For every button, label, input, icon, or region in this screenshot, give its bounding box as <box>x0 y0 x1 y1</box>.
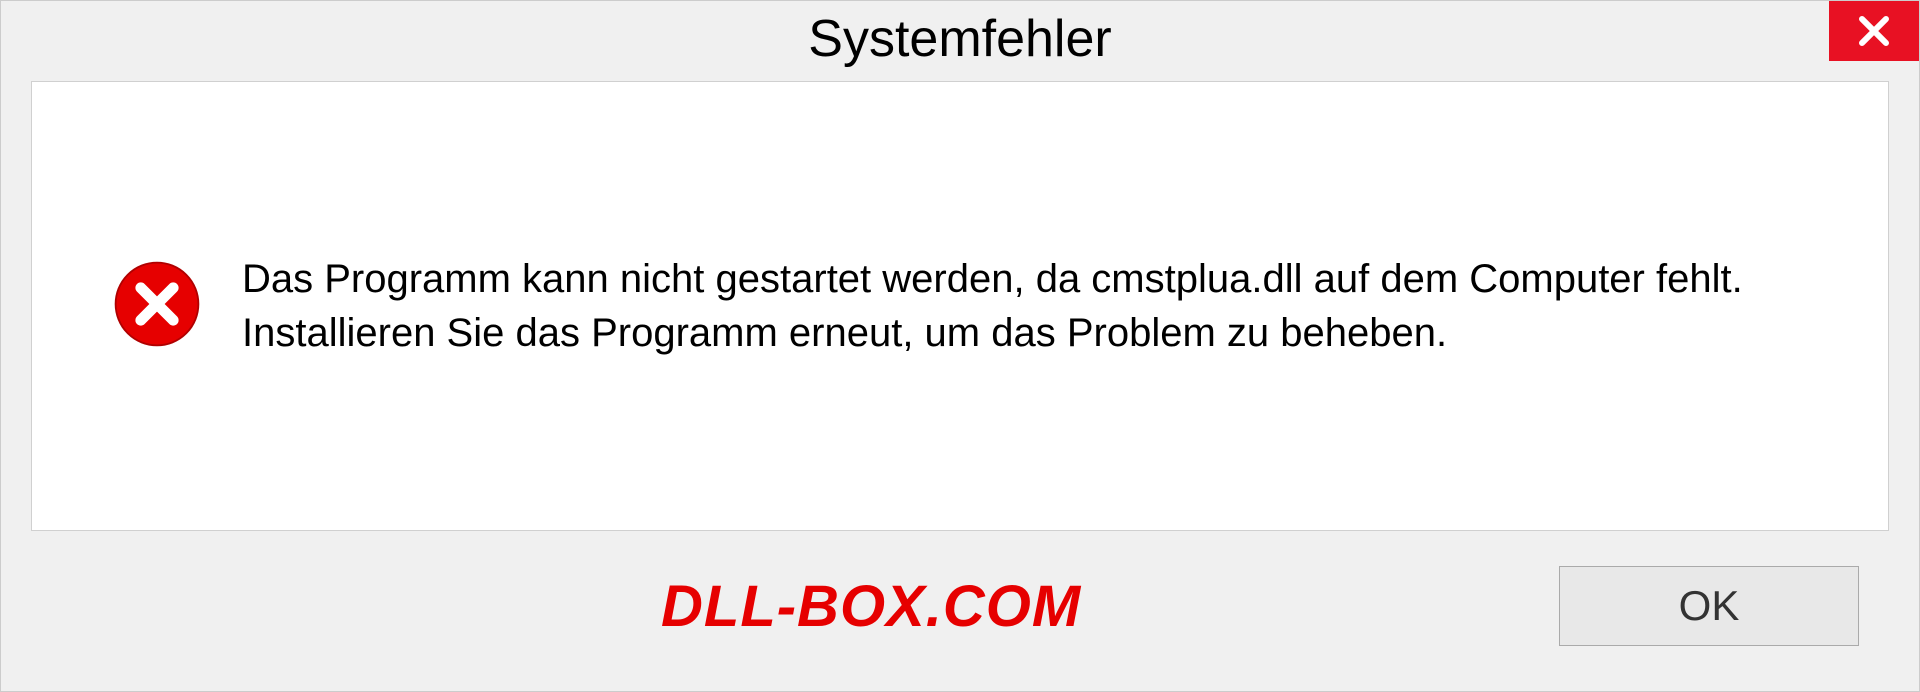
close-icon <box>1856 13 1892 49</box>
ok-button-label: OK <box>1679 582 1740 630</box>
error-message: Das Programm kann nicht gestartet werden… <box>242 252 1828 360</box>
error-dialog: Systemfehler Das Programm kann nicht ges… <box>0 0 1920 692</box>
close-button[interactable] <box>1829 1 1919 61</box>
watermark-text: DLL-BOX.COM <box>661 573 1081 640</box>
content-area: Das Programm kann nicht gestartet werden… <box>31 81 1889 531</box>
titlebar: Systemfehler <box>1 1 1919 81</box>
ok-button[interactable]: OK <box>1559 566 1859 646</box>
footer: DLL-BOX.COM OK <box>1 551 1919 691</box>
dialog-title: Systemfehler <box>808 9 1111 69</box>
error-icon <box>112 259 202 354</box>
